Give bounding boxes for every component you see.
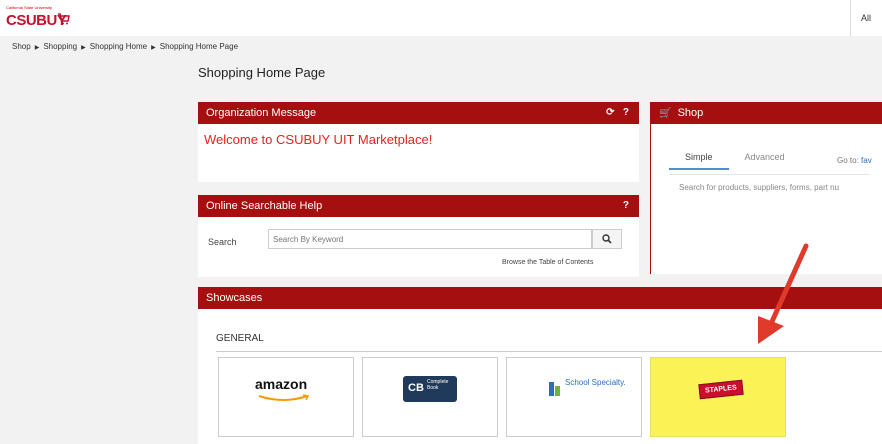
breadcrumb-separator-icon: ▶	[151, 45, 156, 51]
divider	[216, 351, 882, 352]
breadcrumb-item-shopping-home[interactable]: Shopping Home	[90, 42, 147, 51]
complete-book-logo: CB Complete Book	[403, 376, 457, 402]
school-specialty-logo: School Specialty.	[565, 378, 626, 387]
breadcrumb: Shop ▶ Shopping ▶ Shopping Home ▶ Shopping Hom…	[12, 42, 238, 51]
refresh-icon[interactable]: ⟳	[606, 107, 614, 118]
keyword-search-input[interactable]	[268, 229, 592, 249]
showcases-panel: Showcases GENERAL amazon CB Complete Boo…	[198, 287, 882, 444]
welcome-message: Welcome to CSUBUY UIT Marketplace!	[204, 132, 433, 147]
breadcrumb-item-current: Shopping Home Page	[159, 42, 239, 51]
cart-icon: 🛒	[659, 108, 672, 119]
shop-panel-header: 🛒 Shop	[651, 102, 882, 124]
logo-small-text: California State University	[6, 5, 53, 10]
shop-tabs: Simple Advanced	[669, 152, 801, 170]
showcase-tile-amazon[interactable]: amazon	[218, 357, 354, 437]
breadcrumb-separator-icon: ▶	[81, 45, 86, 51]
school-specialty-logo-icon	[549, 382, 560, 396]
search-label: Search	[208, 237, 237, 247]
showcase-tile-complete-book[interactable]: CB Complete Book	[362, 357, 498, 437]
shop-panel: 🛒 Shop Simple Advanced Go to: fav Search …	[650, 102, 882, 274]
search-icon	[602, 234, 612, 244]
tab-simple[interactable]: Simple	[669, 152, 729, 170]
toc-link[interactable]: Browse the Table of Contents	[502, 259, 593, 266]
help-icon[interactable]: ?	[623, 107, 629, 118]
goto-label: Go to:	[837, 156, 859, 165]
showcase-tile-staples[interactable]: STAPLES	[650, 357, 786, 437]
shop-panel-title: Shop	[677, 107, 704, 119]
help-panel-header: Online Searchable Help ?	[198, 195, 639, 217]
org-message-title: Organization Message	[206, 107, 317, 119]
org-message-panel: Organization Message ⟳ ? Welcome to CSUB…	[198, 102, 639, 182]
tab-advanced[interactable]: Advanced	[729, 152, 801, 168]
logo-cart-icon	[58, 13, 70, 25]
amazon-logo: amazon	[255, 376, 308, 392]
breadcrumb-item-shop[interactable]: Shop	[12, 42, 31, 51]
section-label-general: GENERAL	[216, 333, 264, 344]
search-scope-dropdown[interactable]: All	[850, 0, 882, 36]
left-nav	[8, 56, 186, 444]
goto: Go to: fav	[837, 156, 872, 165]
help-icon[interactable]: ?	[623, 200, 629, 211]
org-message-header: Organization Message ⟳ ?	[198, 102, 639, 124]
showcase-tile-school-specialty[interactable]: School Specialty.	[506, 357, 642, 437]
help-panel: Online Searchable Help ? Search Browse t…	[198, 195, 639, 277]
page-title: Shopping Home Page	[198, 65, 326, 80]
shop-search-input[interactable]: Search for products, suppliers, forms, p…	[669, 174, 869, 204]
showcases-title: Showcases	[206, 292, 263, 304]
staples-logo: STAPLES	[698, 379, 744, 400]
breadcrumb-separator-icon: ▶	[34, 45, 40, 51]
goto-favorites-link[interactable]: fav	[861, 156, 872, 165]
breadcrumb-item-shopping[interactable]: Shopping	[43, 42, 77, 51]
search-button[interactable]	[592, 229, 622, 249]
help-panel-title: Online Searchable Help	[206, 200, 323, 212]
complete-book-logo-text: Complete Book	[427, 379, 449, 391]
top-bar: California State University CSUBUY All	[0, 0, 882, 36]
amazon-smile-icon	[258, 394, 310, 401]
showcases-header: Showcases	[198, 287, 882, 309]
